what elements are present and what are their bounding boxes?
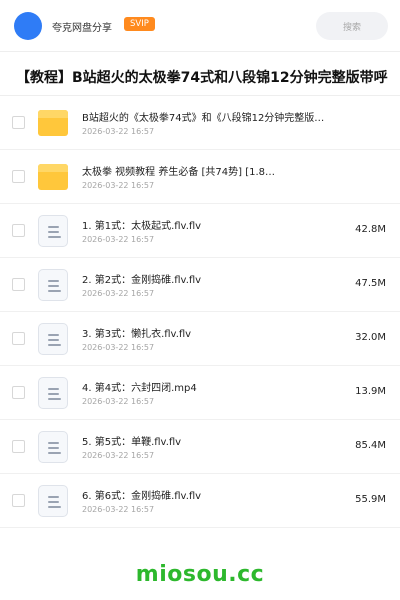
document-icon-line (48, 388, 59, 390)
file-name[interactable]: 6. 第6式：金刚捣碓.flv.flv (82, 487, 348, 502)
document-icon-line (48, 398, 61, 400)
file-name[interactable]: 1. 第1式：太极起式.flv.flv (82, 217, 348, 232)
row-checkbox[interactable] (12, 224, 25, 237)
document-icon (38, 269, 70, 301)
file-size: 42.8M (355, 224, 386, 235)
file-size: 47.5M (355, 278, 386, 289)
document-icon-shape (38, 323, 68, 355)
document-icon-shape (38, 377, 68, 409)
document-icon-shape (38, 485, 68, 517)
document-icon-line (48, 339, 59, 341)
svip-badge: SVIP (124, 17, 155, 31)
folder-icon-shape (38, 164, 68, 190)
folder-icon (38, 161, 70, 193)
file-name[interactable]: 5. 第5式：单鞭.flv.flv (82, 433, 348, 448)
file-list: B站超火的《太极拳74式》和《八段锦12分钟完整版… 2026-03-22 16:… (0, 96, 400, 528)
document-icon-line (48, 280, 59, 282)
file-row[interactable]: 5. 第5式：单鞭.flv.flv 2026-03-22 16:57 85.4M (0, 420, 400, 474)
file-date: 2026-03-22 16:57 (82, 235, 155, 244)
site-watermark: miosou.cc (135, 562, 265, 587)
file-size: 85.4M (355, 440, 386, 451)
file-row[interactable]: 1. 第1式：太极起式.flv.flv 2026-03-22 16:57 42.8M (0, 204, 400, 258)
file-row[interactable]: 太极拳 视频教程 养生必备 [共74势] [1.8… 2026-03-22 16:… (0, 150, 400, 204)
file-date: 2026-03-22 16:57 (82, 343, 155, 352)
row-checkbox[interactable] (12, 278, 25, 291)
folder-icon (38, 107, 70, 139)
row-checkbox[interactable] (12, 170, 25, 183)
file-date: 2026-03-22 16:57 (82, 505, 155, 514)
document-icon-shape (38, 431, 68, 463)
page-title: 【教程】B站超火的太极拳74式和八段锦12分钟完整版带呼 (16, 70, 388, 86)
file-name[interactable]: 太极拳 视频教程 养生必备 [共74势] [1.8… (82, 163, 348, 178)
file-date: 2026-03-22 16:57 (82, 397, 155, 406)
file-row[interactable]: 4. 第4式：六封四闭.mp4 2026-03-22 16:57 13.9M (0, 366, 400, 420)
search-placeholder: 搜索 (342, 22, 361, 33)
file-date: 2026-03-22 16:57 (82, 289, 155, 298)
file-row[interactable]: B站超火的《太极拳74式》和《八段锦12分钟完整版… 2026-03-22 16:… (0, 96, 400, 150)
file-name[interactable]: B站超火的《太极拳74式》和《八段锦12分钟完整版… (82, 109, 348, 124)
document-icon-line (48, 496, 59, 498)
row-checkbox[interactable] (12, 116, 25, 129)
search-input[interactable]: 搜索 (316, 12, 388, 40)
file-date: 2026-03-22 16:57 (82, 181, 155, 190)
folder-icon-shape (38, 110, 68, 136)
row-checkbox[interactable] (12, 440, 25, 453)
file-name[interactable]: 3. 第3式：懒扎衣.flv.flv (82, 325, 348, 340)
row-checkbox[interactable] (12, 494, 25, 507)
share-owner-name: 夸克网盘分享 (52, 23, 112, 34)
document-icon (38, 431, 70, 463)
document-icon (38, 215, 70, 247)
document-icon-shape (38, 215, 68, 247)
file-date: 2026-03-22 16:57 (82, 451, 155, 460)
file-row[interactable]: 3. 第3式：懒扎衣.flv.flv 2026-03-22 16:57 32.0M (0, 312, 400, 366)
document-icon-line (48, 506, 61, 508)
document-icon (38, 485, 70, 517)
file-name[interactable]: 2. 第2式：金刚捣碓.flv.flv (82, 271, 348, 286)
header-bar: 夸克网盘分享 SVIP 搜索 (0, 0, 400, 52)
document-icon-line (48, 344, 61, 346)
document-icon-shape (38, 269, 68, 301)
file-size: 13.9M (355, 386, 386, 397)
row-checkbox[interactable] (12, 386, 25, 399)
file-size: 32.0M (355, 332, 386, 343)
row-checkbox[interactable] (12, 332, 25, 345)
title-bar: 【教程】B站超火的太极拳74式和八段锦12分钟完整版带呼 (0, 58, 400, 96)
file-row[interactable]: 2. 第2式：金刚捣碓.flv.flv 2026-03-22 16:57 47.5M (0, 258, 400, 312)
document-icon-line (48, 226, 59, 228)
document-icon-line (48, 452, 61, 454)
file-size: 55.9M (355, 494, 386, 505)
document-icon (38, 377, 70, 409)
document-icon-line (48, 290, 61, 292)
file-row[interactable]: 6. 第6式：金刚捣碓.flv.flv 2026-03-22 16:57 55.9M (0, 474, 400, 528)
file-date: 2026-03-22 16:57 (82, 127, 155, 136)
document-icon (38, 323, 70, 355)
document-icon-line (48, 393, 59, 395)
file-name[interactable]: 4. 第4式：六封四闭.mp4 (82, 379, 348, 394)
document-icon-line (48, 236, 61, 238)
document-icon-line (48, 442, 59, 444)
document-icon-line (48, 447, 59, 449)
document-icon-line (48, 231, 59, 233)
document-icon-line (48, 501, 59, 503)
document-icon-line (48, 285, 59, 287)
document-icon-line (48, 334, 59, 336)
avatar[interactable] (14, 12, 42, 40)
